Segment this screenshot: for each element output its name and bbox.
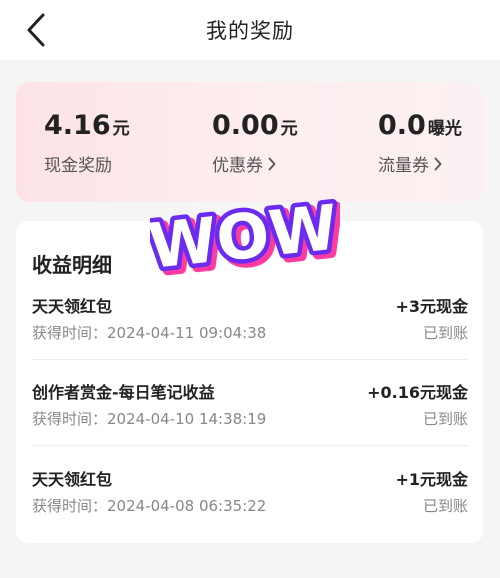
divider xyxy=(32,445,468,446)
reward-coupon-label: 优惠券 xyxy=(212,151,298,176)
reward-traffic-label: 流量券 xyxy=(378,151,462,176)
reward-amount: 0.0 曝光 xyxy=(378,110,462,141)
reward-traffic[interactable]: 0.0 曝光 流量券 xyxy=(378,110,462,176)
divider xyxy=(32,359,468,360)
reward-amount: 4.16 元 xyxy=(44,110,130,141)
record-amount: +1元现金 xyxy=(395,470,468,489)
record-title: 创作者赏金-每日笔记收益 xyxy=(32,383,215,402)
record-status: 已到账 xyxy=(422,410,468,428)
nav-bar: 我的奖励 xyxy=(0,0,500,60)
list-item[interactable]: 创作者赏金-每日笔记收益 +0.16元现金 获得时间：2024-04-10 14… xyxy=(32,379,468,459)
reward-coupon[interactable]: 0.00 元 优惠券 xyxy=(212,110,298,176)
chevron-right-icon xyxy=(434,157,442,170)
reward-amount: 0.00 元 xyxy=(212,110,298,141)
reward-coupon-value: 0.00 xyxy=(212,110,279,141)
record-time: 获得时间：2024-04-08 06:35:22 xyxy=(32,497,267,515)
page-title: 我的奖励 xyxy=(206,19,294,43)
reward-traffic-value: 0.0 xyxy=(378,110,426,141)
record-status: 已到账 xyxy=(422,497,468,515)
chevron-right-icon xyxy=(268,157,276,170)
reward-cash-value: 4.16 xyxy=(44,110,111,141)
list-item[interactable]: 天天领红包 +1元现金 获得时间：2024-04-08 06:35:22 已到账 xyxy=(32,466,468,546)
reward-coupon-label-text: 优惠券 xyxy=(212,156,263,176)
record-title: 天天领红包 xyxy=(32,297,113,316)
list-item[interactable]: 天天领红包 +3元现金 获得时间：2024-04-11 09:04:38 已到账 xyxy=(32,293,468,373)
reward-traffic-label-text: 流量券 xyxy=(378,156,429,176)
rewards-summary-card: 4.16 元 现金奖励 0.00 元 优惠券 0.0 曝光 流量券 xyxy=(16,82,483,202)
wow-sticker: WOW WOW WOW xyxy=(150,192,340,284)
reward-traffic-unit: 曝光 xyxy=(427,119,462,139)
record-status: 已到账 xyxy=(422,324,468,342)
reward-cash-label: 现金奖励 xyxy=(44,151,130,176)
reward-cash-unit: 元 xyxy=(112,119,130,139)
reward-cash[interactable]: 4.16 元 现金奖励 xyxy=(44,110,130,176)
record-time: 获得时间：2024-04-10 14:38:19 xyxy=(32,410,267,428)
reward-cash-label-text: 现金奖励 xyxy=(44,156,112,176)
record-title: 天天领红包 xyxy=(32,470,113,489)
record-amount: +3元现金 xyxy=(395,297,468,316)
record-amount: +0.16元现金 xyxy=(367,383,468,402)
reward-coupon-unit: 元 xyxy=(280,119,298,139)
record-time: 获得时间：2024-04-11 09:04:38 xyxy=(32,324,267,342)
section-title: 收益明细 xyxy=(32,253,112,277)
